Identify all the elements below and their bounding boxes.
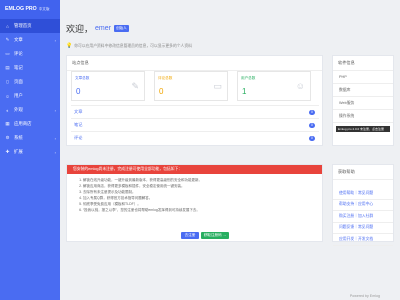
software-item: 数据库: [333, 84, 393, 97]
brand-logo[interactable]: EMLOG PRO 中文版: [0, 0, 60, 19]
help-link[interactable]: 应用开发｜开发文档: [333, 234, 393, 246]
pencil-icon: ✎: [131, 81, 139, 91]
help-title: 获取帮助: [333, 165, 393, 180]
comment-icon: ▭: [5, 51, 10, 56]
home-icon: ⌂: [6, 23, 9, 29]
sidebar-item-label: 应用商店: [14, 121, 32, 126]
stat-label: 用户总数: [241, 76, 256, 80]
main-content: 欢迎， emer 创始人 💡 你可以在用户资料中修改信息管理员的信息，可以显示更…: [60, 0, 400, 300]
count-row-label: 评论: [74, 135, 83, 140]
count-row[interactable]: 笔记 0: [71, 118, 319, 131]
software-info-card: 软件信息 PHP 数据库 Web服务 操作系统 Emlog pro 2.0.0 未注册…: [332, 55, 394, 146]
count-badge: 0: [309, 122, 315, 128]
sidebar-item-label: 用户: [14, 93, 23, 98]
register-button[interactable]: 去注册: [181, 232, 199, 239]
count-badge: 0: [309, 109, 315, 115]
stat-value: 0: [159, 87, 164, 96]
chevron-right-icon: ›: [54, 149, 56, 155]
stat-label: 文章总数: [75, 76, 90, 80]
role-badge: 创始人: [113, 25, 129, 32]
settings-icon: ⚙: [5, 135, 10, 140]
count-row-label: 笔记: [74, 122, 83, 127]
palette-icon: ◐: [6, 107, 9, 113]
sidebar-item-0[interactable]: ⌂ 管理首页: [0, 19, 60, 33]
buy-code-button[interactable]: 获取注册码 →: [201, 232, 229, 239]
sidebar-item-label: 系统: [14, 135, 23, 140]
alert-header: 您安装的emlog尚未注册，完成注册可使用全部功能，包括如下：: [67, 165, 322, 174]
help-link[interactable]: 使用帮助｜常见问题: [333, 188, 393, 200]
brand-name: EMLOG PRO: [5, 6, 37, 12]
stat-box[interactable]: 用户总数 1 ☺: [237, 71, 311, 101]
welcome-text: 欢迎，: [66, 24, 94, 34]
chevron-right-icon: ›: [54, 107, 56, 113]
help-card: 获取帮助 使用帮助｜常见问题 帮助支持｜应用中心 购买注册｜加入社群 问题反馈｜常见问…: [332, 164, 394, 246]
help-list: 使用帮助｜常见问题 帮助支持｜应用中心 购买注册｜加入社群 问题反馈｜常见问题 应用开发…: [333, 188, 393, 246]
sidebar-item-label: 管理首页: [14, 23, 32, 28]
count-badge: 0: [309, 135, 315, 141]
sidebar-nav: ⌂ 管理首页 ✎ 文章 › ▭ 评论 ▤ 笔记 ▯ 页面 ☺ 用户 ◐ 外观 › ▦ 应用商店 ⚙ 系统 › ✚ 扩展 ›: [0, 19, 60, 159]
alert-benefit-item: “投我以桃，报之以李”，您的注册也将帮助emlog发挥得到可持续发展下去。: [83, 207, 322, 213]
sidebar-item-label: 外观: [14, 107, 23, 112]
software-item: 操作系统: [333, 110, 393, 123]
stat-label: 评论总数: [158, 76, 173, 80]
lightbulb-icon: 💡: [66, 43, 73, 49]
chat-icon: ▭: [213, 81, 222, 91]
username-link[interactable]: emer: [95, 25, 111, 32]
help-link[interactable]: 问题反馈｜常见问题: [333, 223, 393, 234]
stat-box[interactable]: 文章总数 0 ✎: [71, 71, 145, 101]
software-item: PHP: [333, 71, 393, 84]
stat-value: 0: [76, 87, 81, 96]
software-list: PHP 数据库 Web服务 操作系统: [333, 71, 393, 123]
plugin-icon: ✚: [5, 149, 10, 154]
chevron-right-icon: ›: [54, 37, 56, 43]
sidebar-item-9[interactable]: ✚ 扩展 ›: [0, 145, 60, 159]
sidebar-item-6[interactable]: ◐ 外观 ›: [0, 103, 60, 117]
sidebar-item-label: 页面: [14, 79, 23, 84]
sidebar-item-2[interactable]: ▭ 评论: [0, 47, 60, 61]
help-link[interactable]: 帮助支持｜应用中心: [333, 200, 393, 211]
stat-value: 1: [242, 87, 247, 96]
sidebar-item-label: 评论: [14, 51, 23, 56]
sidebar-item-4[interactable]: ▯ 页面: [0, 75, 60, 89]
tip-text: 你可以在用户资料中修改信息管理员的信息，可以显示更多的个人资料: [74, 43, 192, 48]
sidebar-item-1[interactable]: ✎ 文章 ›: [0, 33, 60, 47]
footer-text: Powered by Emlog: [349, 294, 380, 298]
stat-box[interactable]: 评论总数 0 ▭: [154, 71, 228, 101]
store-icon: ▦: [5, 121, 10, 126]
sidebar-item-5[interactable]: ☺ 用户: [0, 89, 60, 103]
sidebar-item-8[interactable]: ⚙ 系统 ›: [0, 131, 60, 145]
sidebar: EMLOG PRO 中文版 ⌂ 管理首页 ✎ 文章 › ▭ 评论 ▤ 笔记 ▯ 页面 ☺ 用户 ◐ 外观 › ▦ 应…: [0, 0, 60, 300]
sidebar-item-3[interactable]: ▤ 笔记: [0, 61, 60, 75]
person-icon: ☺: [295, 81, 305, 91]
note-icon: ▤: [5, 65, 10, 70]
software-info-title: 软件信息: [333, 56, 393, 71]
help-link[interactable]: 购买注册｜加入社群: [333, 211, 393, 223]
count-row[interactable]: 文章 0: [71, 105, 319, 118]
tip-line: 💡 你可以在用户资料中修改信息管理员的信息，可以显示更多的个人资料: [66, 43, 192, 49]
version-badge[interactable]: Emlog pro 2.0.0 未注册，点击注册: [336, 126, 390, 132]
count-row-label: 文章: [74, 109, 83, 114]
sidebar-item-label: 文章: [14, 37, 23, 42]
site-info-card: 站点信息 文章总数 0 ✎ 评论总数 0 ▭ 用户总数 1 ☺ 文章 0 笔记 0 评论 0: [66, 55, 323, 146]
site-info-title: 站点信息: [67, 56, 322, 71]
user-icon: ☺: [5, 93, 10, 99]
sidebar-item-label: 笔记: [14, 65, 23, 70]
welcome-header: 欢迎， emer 创始人: [66, 22, 129, 35]
brand-tag: 中文版: [38, 7, 50, 11]
alert-benefits-list: 解锁在线升级功能，一键升级到最新版本，获得更高级别的安全和功能更新。解锁应用商店…: [83, 177, 322, 213]
chevron-right-icon: ›: [54, 135, 56, 141]
count-row[interactable]: 评论 0: [71, 131, 319, 144]
sidebar-item-7[interactable]: ▦ 应用商店: [0, 117, 60, 131]
edit-icon: ✎: [5, 37, 10, 42]
register-alert: 您安装的emlog尚未注册，完成注册可使用全部功能，包括如下： 解锁在线升级功能…: [66, 164, 323, 242]
sidebar-item-label: 扩展: [14, 149, 23, 154]
software-item: Web服务: [333, 97, 393, 110]
page-icon: ▯: [6, 79, 9, 84]
